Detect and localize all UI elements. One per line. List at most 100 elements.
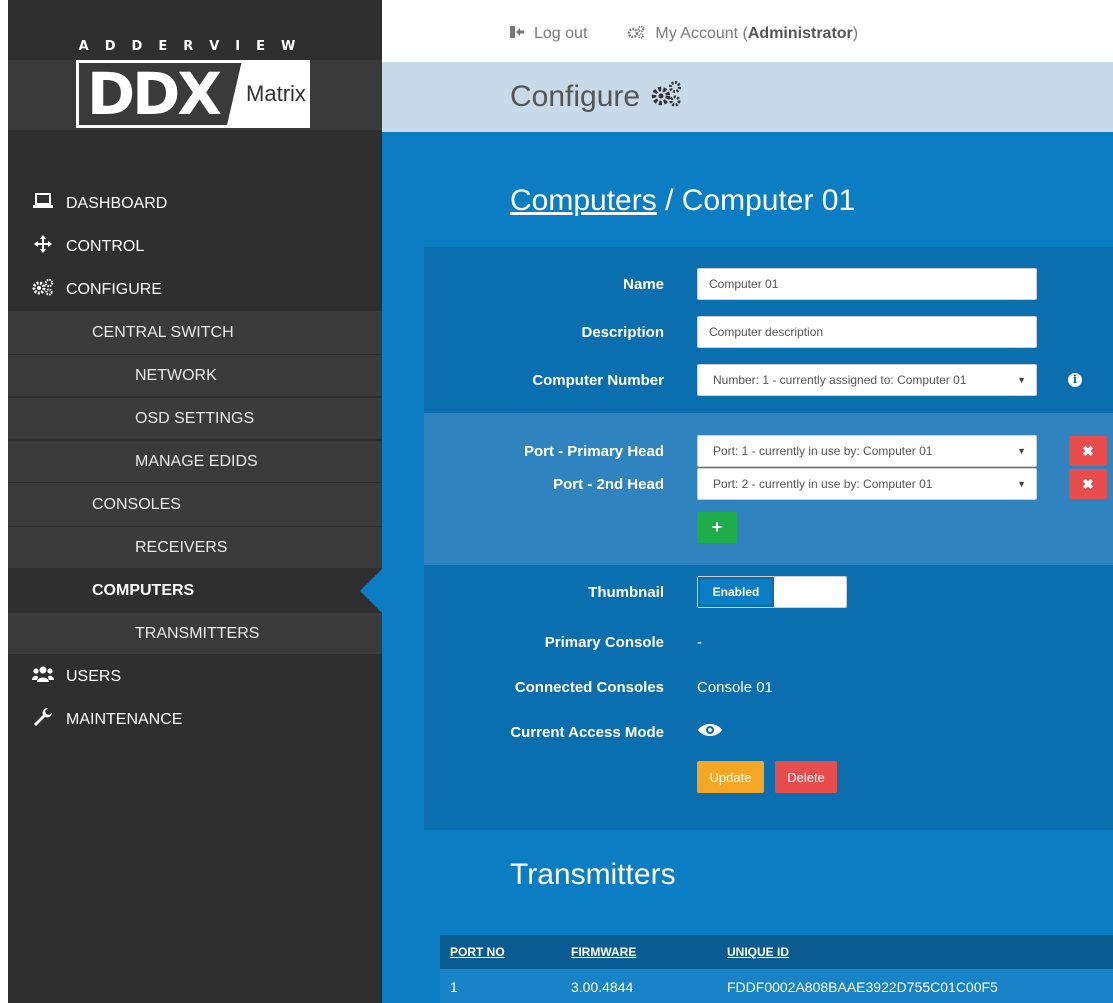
- computer-number-label: Computer Number: [532, 371, 664, 389]
- sidebar-item-consoles[interactable]: CONSOLES: [8, 483, 382, 526]
- primary-console-value: -: [697, 633, 702, 651]
- sidebar-item-configure[interactable]: CONFIGURE: [8, 268, 382, 311]
- port-second-label: Port - 2nd Head: [553, 475, 664, 493]
- adderview-logo-text: ADDERVIEW: [8, 0, 382, 60]
- column-header-firmware[interactable]: FIRMWARE: [571, 945, 727, 959]
- logo-matrix: Matrix: [227, 63, 307, 125]
- move-arrows-icon: [16, 235, 66, 258]
- breadcrumb-current: Computer 01: [681, 184, 856, 217]
- computer-number-value: Number: 1 - currently assigned to: Compu…: [713, 373, 967, 387]
- name-label: Name: [623, 275, 664, 293]
- description-row: Description Computer description: [424, 316, 1113, 348]
- laptop-icon: [16, 193, 66, 214]
- sidebar-item-label: USERS: [66, 667, 122, 685]
- account-role: Administrator: [747, 25, 853, 42]
- sidebar-item-transmitters[interactable]: TRANSMITTERS: [8, 612, 382, 655]
- breadcrumb-computers-link[interactable]: Computers: [510, 184, 657, 217]
- sidebar-item-maintenance[interactable]: MAINTENANCE: [8, 698, 382, 741]
- transmitters-table: PORT NO FIRMWARE UNIQUE ID 1 3.00.4844 F…: [440, 935, 1113, 1003]
- sidebar-item-dashboard[interactable]: DASHBOARD: [8, 182, 382, 225]
- sidebar-item-label: DASHBOARD: [66, 194, 168, 212]
- sidebar-item-users[interactable]: USERS: [8, 655, 382, 698]
- sidebar: ADDERVIEW DDX Matrix DASHBOARD CONTROL C…: [0, 0, 382, 1003]
- table-header: PORT NO FIRMWARE UNIQUE ID: [440, 935, 1113, 969]
- sidebar-item-label: OSD SETTINGS: [135, 409, 255, 427]
- sidebar-item-label: MAINTENANCE: [66, 710, 183, 728]
- active-indicator: [360, 568, 382, 613]
- port-second-value: Port: 2 - currently in use by: Computer …: [713, 477, 933, 491]
- remove-port-primary-button[interactable]: ✖: [1069, 436, 1107, 466]
- description-input[interactable]: Computer description: [697, 316, 1037, 348]
- sidebar-item-label: CONSOLES: [92, 495, 181, 513]
- name-row: Name Computer 01: [424, 268, 1113, 300]
- account-role-close: ): [852, 25, 859, 42]
- sidebar-nav: DASHBOARD CONTROL CONFIGURE CENTRAL SWIT…: [8, 182, 382, 741]
- port-second-select[interactable]: Port: 2 - currently in use by: Computer …: [697, 468, 1037, 500]
- column-header-port-no[interactable]: PORT NO: [440, 945, 571, 959]
- port-primary-label: Port - Primary Head: [523, 442, 664, 460]
- sidebar-item-control[interactable]: CONTROL: [8, 225, 382, 268]
- sidebar-item-label: TRANSMITTERS: [135, 624, 260, 642]
- sidebar-item-label: CENTRAL SWITCH: [92, 323, 234, 341]
- logout-label: Log out: [534, 25, 588, 42]
- update-button[interactable]: Update: [697, 761, 764, 793]
- ddx-matrix-logo: DDX Matrix: [76, 60, 310, 128]
- action-buttons: Update Delete: [697, 761, 837, 793]
- sign-out-icon: [510, 25, 524, 43]
- eye-icon: [697, 722, 723, 743]
- caret-down-icon: ▼: [1017, 375, 1026, 385]
- connected-consoles-label: Connected Consoles: [514, 678, 664, 696]
- port-primary-select[interactable]: Port: 1 - currently in use by: Computer …: [697, 435, 1037, 467]
- computer-number-select[interactable]: Number: 1 - currently assigned to: Compu…: [697, 364, 1037, 396]
- main-content: Computers / Computer 01 Name Computer 01…: [382, 132, 1113, 1003]
- account-label: My Account: [655, 25, 739, 42]
- cell-firmware: 3.00.4844: [571, 978, 634, 995]
- page-title: Configure: [510, 80, 641, 113]
- top-bar: Log out My Account (Administrator): [382, 0, 1113, 62]
- access-mode-label: Current Access Mode: [510, 723, 664, 741]
- delete-button[interactable]: Delete: [775, 761, 837, 793]
- name-input[interactable]: Computer 01: [697, 268, 1037, 300]
- thumbnail-row: Thumbnail Enabled: [424, 576, 1113, 608]
- sidebar-item-osd-settings[interactable]: OSD SETTINGS: [8, 397, 382, 440]
- caret-down-icon: ▼: [1017, 479, 1026, 489]
- caret-down-icon: ▼: [1017, 446, 1026, 456]
- sidebar-item-label: MANAGE EDIDS: [135, 452, 258, 470]
- logout-link[interactable]: Log out: [510, 25, 587, 43]
- port-primary-row: Port - Primary Head Port: 1 - currently …: [424, 435, 1113, 467]
- sidebar-item-computers[interactable]: COMPUTERS: [8, 568, 382, 613]
- port-second-row: Port - 2nd Head Port: 2 - currently in u…: [424, 468, 1113, 500]
- sidebar-item-label: COMPUTERS: [92, 581, 195, 599]
- ports-section: Port - Primary Head Port: 1 - currently …: [424, 413, 1113, 565]
- thumbnail-label: Thumbnail: [588, 583, 664, 601]
- action-buttons-row: Update Delete: [424, 761, 1113, 793]
- connected-consoles-row: Connected Consoles Console 01: [424, 672, 1113, 702]
- sidebar-item-label: RECEIVERS: [135, 538, 228, 556]
- sidebar-item-central-switch[interactable]: CENTRAL SWITCH: [8, 311, 382, 354]
- gears-icon: [650, 80, 682, 115]
- transmitters-title: Transmitters: [510, 858, 676, 891]
- sidebar-item-network[interactable]: NETWORK: [8, 354, 382, 397]
- gears-icon: [16, 278, 66, 301]
- logo-band: DDX Matrix: [8, 60, 382, 130]
- description-label: Description: [581, 323, 664, 341]
- thumbnail-toggle-state: Enabled: [698, 577, 774, 607]
- breadcrumb-separator: /: [665, 184, 674, 217]
- sidebar-item-label: CONFIGURE: [66, 280, 162, 298]
- info-icon[interactable]: i: [1068, 373, 1082, 387]
- table-row[interactable]: 1 3.00.4844 FDDF0002A808BAAE3922D755C01C…: [440, 969, 1113, 1003]
- thumbnail-toggle[interactable]: Enabled: [697, 576, 847, 608]
- logo-ddx: DDX: [87, 60, 222, 128]
- connected-consoles-value: Console 01: [697, 678, 773, 696]
- sidebar-item-manage-edids[interactable]: MANAGE EDIDS: [8, 440, 382, 483]
- sidebar-item-receivers[interactable]: RECEIVERS: [8, 526, 382, 569]
- add-port-button[interactable]: +: [697, 512, 737, 543]
- column-header-unique-id[interactable]: UNIQUE ID: [727, 945, 1113, 959]
- port-primary-value: Port: 1 - currently in use by: Computer …: [713, 444, 933, 458]
- page-header: Configure: [382, 62, 1113, 132]
- primary-console-label: Primary Console: [544, 633, 664, 651]
- remove-port-second-button[interactable]: ✖: [1069, 469, 1107, 499]
- access-mode-row: Current Access Mode: [424, 717, 1113, 747]
- cell-port-no: 1: [450, 978, 458, 995]
- my-account-link[interactable]: My Account (Administrator): [627, 25, 858, 44]
